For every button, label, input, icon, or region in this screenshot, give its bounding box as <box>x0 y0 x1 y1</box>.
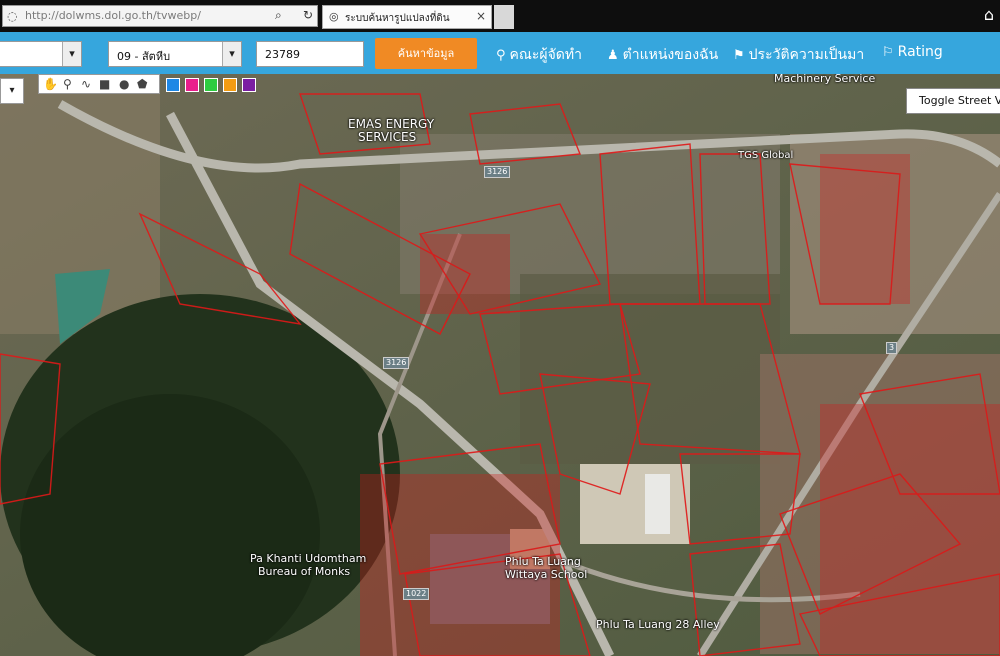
search-button[interactable]: ค้นหาข้อมูล <box>375 38 477 69</box>
color-swatch-green[interactable] <box>204 78 218 92</box>
team-icon: ⚲ <box>496 48 506 63</box>
browser-chrome: ◌ http://dolwms.dol.go.th/tvwebp/ ⌕ ↻ ◎ … <box>0 0 1000 32</box>
tab-favicon-icon: ◎ <box>329 10 339 23</box>
chevron-down-icon: ▾ <box>62 42 81 66</box>
color-swatch-purple[interactable] <box>242 78 256 92</box>
browser-tab[interactable]: ◎ ระบบค้นหารูปแปลงที่ดิน × <box>322 5 492 29</box>
polyline-icon[interactable]: ∿ <box>81 77 91 91</box>
chevron-down-icon: ▾ <box>222 42 241 66</box>
map-label-emas-services: SERVICES <box>358 130 417 144</box>
person-icon: ♟ <box>607 48 619 63</box>
province-select[interactable]: ▾ <box>0 41 82 67</box>
map-label-tgs: TGS Global <box>738 150 794 161</box>
nav-my-location[interactable]: ♟ ตำแหน่งของฉัน <box>607 44 718 66</box>
address-bar[interactable]: ◌ http://dolwms.dol.go.th/tvwebp/ ⌕ ↻ <box>2 5 318 27</box>
history-icon: ⚑ <box>733 48 745 63</box>
nav-rating-label: Rating <box>897 44 943 60</box>
draw-toolbar: ✋ ⚲ ∿ ■ ● ⬟ <box>38 74 160 94</box>
map-imagery <box>0 74 1000 656</box>
pan-hand-icon[interactable]: ✋ <box>43 77 58 91</box>
rectangle-icon[interactable]: ■ <box>99 77 110 91</box>
color-swatch-blue[interactable] <box>166 78 180 92</box>
map-label-machinery: Machinery Service <box>774 74 876 85</box>
new-tab-button[interactable] <box>494 5 514 29</box>
map-label-bureau: Bureau of Monks <box>258 565 351 578</box>
tab-title: ระบบค้นหารูปแปลงที่ดิน <box>345 13 450 24</box>
parcel-number-input[interactable] <box>256 41 364 67</box>
nav-history-label: ประวัติความเป็นมา <box>748 47 865 63</box>
tag-icon: ⚐ <box>882 45 894 60</box>
site-toolbar: ▾ 09 - สัตหีบ ▾ ค้นหาข้อมูล ⚲คณะผู้จัดทำ… <box>0 32 1000 74</box>
circle-icon[interactable]: ● <box>119 77 129 91</box>
road-shield-3126-south: 3126 <box>383 357 410 369</box>
nav-team-label: คณะผู้จัดทำ <box>509 47 582 63</box>
page-icon: ◌ <box>7 9 18 23</box>
map-label-emas: EMAS ENERGY <box>348 117 435 131</box>
marker-icon[interactable]: ⚲ <box>63 77 72 91</box>
nav-team[interactable]: ⚲ คณะผู้จัดทำ <box>496 44 582 66</box>
road-shield-1022: 1022 <box>403 588 430 600</box>
nav-history[interactable]: ⚑ ประวัติความเป็นมา <box>733 44 864 66</box>
district-select[interactable]: 09 - สัตหีบ ▾ <box>108 41 242 67</box>
road-shield-3: 3 <box>886 342 898 354</box>
satellite-map[interactable]: EMAS ENERGY SERVICES Machinery Service T… <box>0 74 1000 656</box>
color-swatch-magenta[interactable] <box>185 78 199 92</box>
nav-my-location-label: ตำแหน่งของฉัน <box>622 47 719 63</box>
refresh-icon[interactable]: ↻ <box>303 8 313 22</box>
toggle-street-view-button[interactable]: Toggle Street View <box>906 88 1000 114</box>
district-select-value: 09 - สัตหีบ <box>117 50 171 63</box>
polygon-icon[interactable]: ⬟ <box>137 77 147 91</box>
color-swatch-orange[interactable] <box>223 78 237 92</box>
map-label-phlu-school: Phlu Ta Luang <box>505 555 581 568</box>
road-shield-3126: 3126 <box>484 166 511 178</box>
layer-select[interactable]: ▾ <box>0 78 24 104</box>
home-icon[interactable]: ⌂ <box>984 5 994 24</box>
address-url[interactable]: http://dolwms.dol.go.th/tvwebp/ <box>25 9 201 22</box>
map-label-pa-khanti: Pa Khanti Udomtham <box>250 552 367 565</box>
map-label-phlu-school-2: Wittaya School <box>505 568 588 581</box>
tab-close-icon[interactable]: × <box>476 9 486 23</box>
map-label-phlu-alley: Phlu Ta Luang 28 Alley <box>596 618 720 631</box>
nav-rating[interactable]: ⚐ Rating <box>882 44 943 60</box>
search-icon[interactable]: ⌕ <box>275 8 282 23</box>
